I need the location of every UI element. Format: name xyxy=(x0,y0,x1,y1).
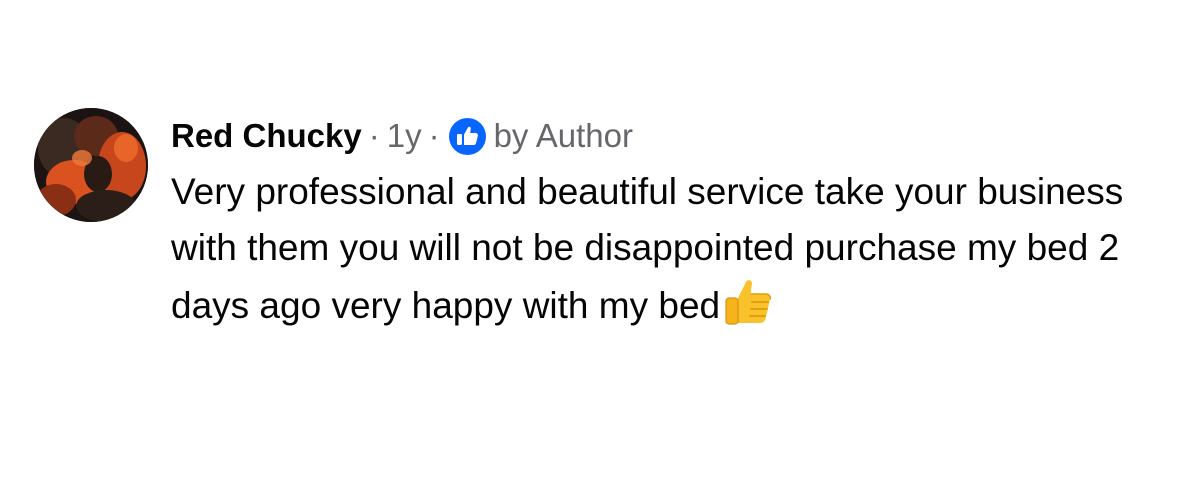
avatar-photo xyxy=(34,108,148,222)
comment-text-content: Very professional and beautiful service … xyxy=(171,171,1134,326)
comment: Red Chucky · 1y · by Author Very profess… xyxy=(34,108,1174,334)
avatar[interactable] xyxy=(34,108,148,222)
separator: · xyxy=(368,117,380,154)
author-name[interactable]: Red Chucky xyxy=(171,117,362,155)
comment-body: Red Chucky · 1y · by Author Very profess… xyxy=(171,108,1174,334)
timestamp[interactable]: 1y xyxy=(387,117,422,155)
comment-meta: Red Chucky · 1y · by Author xyxy=(171,108,1174,164)
comment-text: Very professional and beautiful service … xyxy=(171,164,1151,334)
thumbs-up-emoji-icon xyxy=(722,276,774,326)
like-thumb-icon xyxy=(448,117,486,155)
by-author-label: by Author xyxy=(493,117,634,154)
separator: · xyxy=(428,117,440,154)
